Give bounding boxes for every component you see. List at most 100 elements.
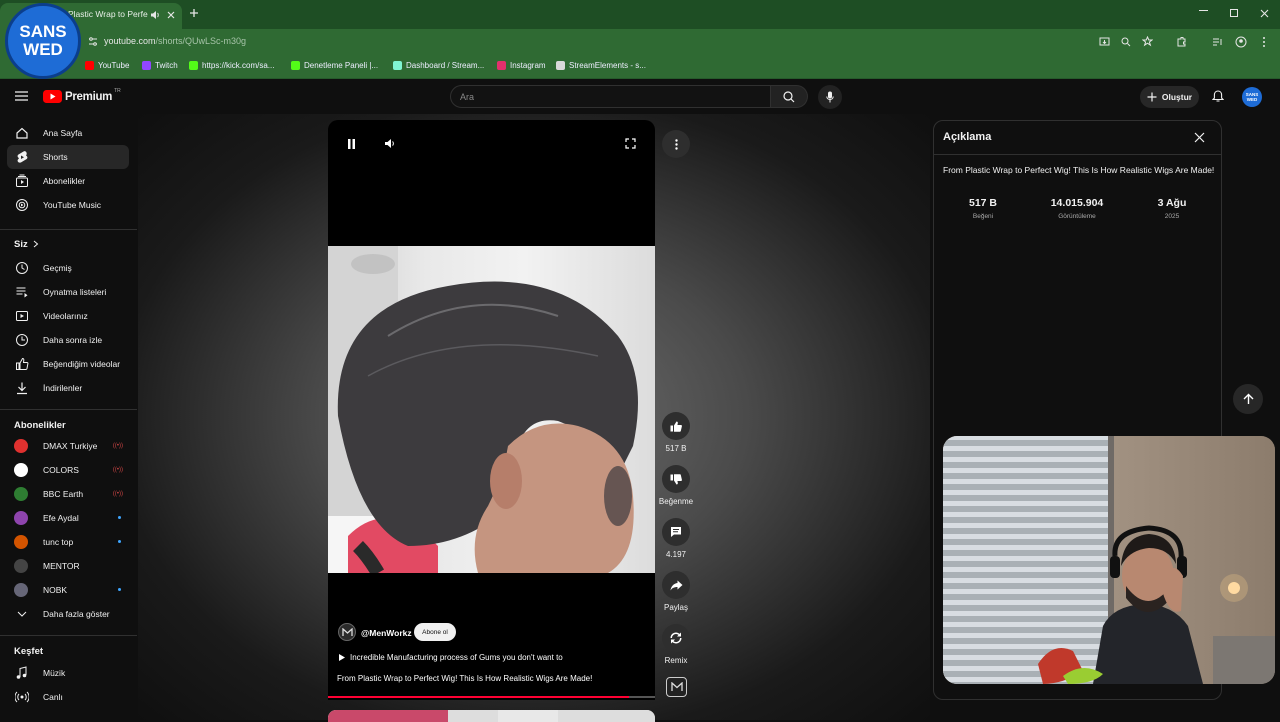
comments-button[interactable]: [662, 518, 690, 546]
account-avatar[interactable]: SANS WED: [1242, 87, 1262, 107]
show-more-button[interactable]: Daha fazla göster: [7, 602, 129, 626]
sidebar-item-i-ndirilenler[interactable]: İndirilenler: [7, 376, 129, 400]
sidebar-item-m-zik[interactable]: Müzik: [7, 661, 129, 685]
shorts-video-player[interactable]: @MenWorkz Abone ol Incredible Manufactur…: [328, 120, 655, 700]
sidebar-item-daha-sonra-izle[interactable]: Daha sonra izle: [7, 328, 129, 352]
description-heading: Açıklama: [943, 131, 992, 143]
sidebar-item-youtube-music[interactable]: YouTube Music: [7, 193, 129, 217]
streamlabs-icon: [393, 61, 402, 70]
sidebar-item-colors[interactable]: COLORS ((•)): [7, 458, 129, 482]
you-heading[interactable]: Siz: [14, 239, 28, 250]
sidebar-item-canl-[interactable]: Canlı: [7, 685, 129, 709]
address-bar[interactable]: youtube.com/shorts/QUwLSc-m30g: [84, 32, 1164, 51]
more-options-button[interactable]: [662, 130, 690, 158]
site-info-icon[interactable]: [88, 37, 98, 46]
fullscreen-icon[interactable]: [625, 138, 636, 149]
volume-icon[interactable]: [384, 138, 396, 149]
search-box[interactable]: Ara: [450, 85, 771, 108]
install-app-icon[interactable]: [1099, 37, 1110, 47]
progress-track[interactable]: [328, 696, 655, 698]
comment-icon: [671, 527, 681, 537]
dislike-label: Beğenme: [658, 497, 694, 506]
browser-menu-icon[interactable]: [1262, 36, 1266, 48]
explore-heading[interactable]: Keşfet: [14, 646, 43, 657]
bookmark-star-icon[interactable]: [1142, 36, 1153, 47]
channel-avatar[interactable]: [338, 623, 356, 641]
pause-icon[interactable]: [347, 139, 356, 149]
sidebar-item-videolar-n-z[interactable]: Videolarınız: [7, 304, 129, 328]
new-content-dot: [118, 516, 121, 519]
scroll-up-button[interactable]: [1233, 384, 1263, 414]
tab-audio-icon[interactable]: [150, 10, 161, 20]
menworkz-logo-icon: [341, 627, 353, 636]
bookmark-item[interactable]: https://kick.com/sa...: [189, 61, 274, 70]
share-button[interactable]: [662, 571, 690, 599]
sidebar-item-nobk[interactable]: NOBK: [7, 578, 129, 602]
media-control-icon[interactable]: [1212, 37, 1223, 47]
tab-title: Plastic Wrap to Perfect: [68, 9, 148, 19]
stat-label: 2025: [1164, 213, 1180, 220]
bookmark-item[interactable]: Denetleme Paneli |...: [291, 61, 378, 70]
next-short-preview[interactable]: [328, 710, 655, 722]
sidebar-item-abonelikler[interactable]: Abonelikler: [7, 169, 129, 193]
bookmark-label: Dashboard / Stream...: [406, 61, 485, 70]
bookmark-item[interactable]: StreamElements - s...: [556, 61, 646, 70]
music-icon: [15, 198, 29, 212]
sidebar-item-oynatma-listeleri[interactable]: Oynatma listeleri: [7, 280, 129, 304]
sidebar-item-bbc-earth[interactable]: BBC Earth ((•)): [7, 482, 129, 506]
share-icon: [670, 580, 682, 590]
instagram-icon: [497, 61, 506, 70]
search-icon: [783, 90, 795, 102]
music-play-icon[interactable]: [339, 654, 345, 661]
video-still-image: [328, 246, 638, 573]
channel-avatar-icon: [14, 583, 28, 597]
chevron-right-icon: [33, 240, 39, 248]
sidebar-item-efe-aydal[interactable]: Efe Aydal: [7, 506, 129, 530]
music-note-icon: [15, 666, 29, 680]
comment-count: 4.197: [665, 550, 687, 559]
new-tab-button[interactable]: [189, 8, 199, 18]
sidebar-item-be-endi-im-videolar[interactable]: Beğendiğim videolar: [7, 352, 129, 376]
sidebar-item-tunc-top[interactable]: tunc top: [7, 530, 129, 554]
sidebar-item-ana-sayfa[interactable]: Ana Sayfa: [7, 121, 129, 145]
sidebar-item-ge-mi-[interactable]: Geçmiş: [7, 256, 129, 280]
sidebar-item-label: Daha sonra izle: [43, 335, 103, 345]
sidebar-item-shorts[interactable]: Shorts: [7, 145, 129, 169]
profile-icon[interactable]: [1235, 36, 1247, 48]
search-button[interactable]: [771, 85, 808, 108]
remix-button[interactable]: [662, 624, 690, 652]
window-close-button[interactable]: [1260, 9, 1269, 18]
like-button[interactable]: [662, 412, 690, 440]
sidebar: Ana Sayfa Shorts Abonelikler YouTube Music S…: [0, 80, 140, 720]
window-restore-button[interactable]: [1230, 9, 1238, 17]
channel-name[interactable]: @MenWorkz: [361, 628, 412, 638]
subscriptions-heading[interactable]: Abonelikler: [14, 420, 66, 431]
bookmark-item[interactable]: YouTube: [85, 61, 129, 70]
bookmark-item[interactable]: Dashboard / Stream...: [393, 61, 484, 70]
create-button[interactable]: Oluştur: [1140, 86, 1199, 108]
sidebar-item-mentor[interactable]: MENTOR: [7, 554, 129, 578]
extensions-icon[interactable]: [1176, 36, 1187, 47]
notifications-bell-icon[interactable]: [1212, 90, 1224, 103]
share-label: Paylaş: [663, 603, 688, 612]
close-description-icon[interactable]: [1194, 132, 1205, 143]
short-title[interactable]: From Plastic Wrap to Perfect Wig! This I…: [337, 674, 592, 683]
new-content-dot: [118, 588, 121, 591]
subscribe-button[interactable]: Abone ol: [414, 623, 456, 641]
voice-search-button[interactable]: [818, 85, 842, 109]
tab-close-icon[interactable]: [167, 11, 175, 19]
channel-avatar-icon: [14, 463, 28, 477]
thumbs-up-icon: [670, 421, 682, 432]
webcam-feed-image: [943, 436, 1275, 684]
music-line[interactable]: Incredible Manufacturing process of Gums…: [350, 653, 563, 662]
subscriptions-icon: [15, 174, 29, 188]
window-minimize-button[interactable]: [1199, 10, 1208, 11]
your-videos-icon: [15, 309, 29, 323]
sound-source-thumbnail[interactable]: [666, 677, 687, 697]
zoom-icon[interactable]: [1121, 37, 1131, 47]
sidebar-item-dmax-turkiye[interactable]: DMAX Turkiye ((•)): [7, 434, 129, 458]
dislike-button[interactable]: [662, 465, 690, 493]
sidebar-item-label: YouTube Music: [43, 200, 101, 210]
bookmark-item[interactable]: Instagram: [497, 61, 546, 70]
bookmark-item[interactable]: Twitch: [142, 61, 178, 70]
